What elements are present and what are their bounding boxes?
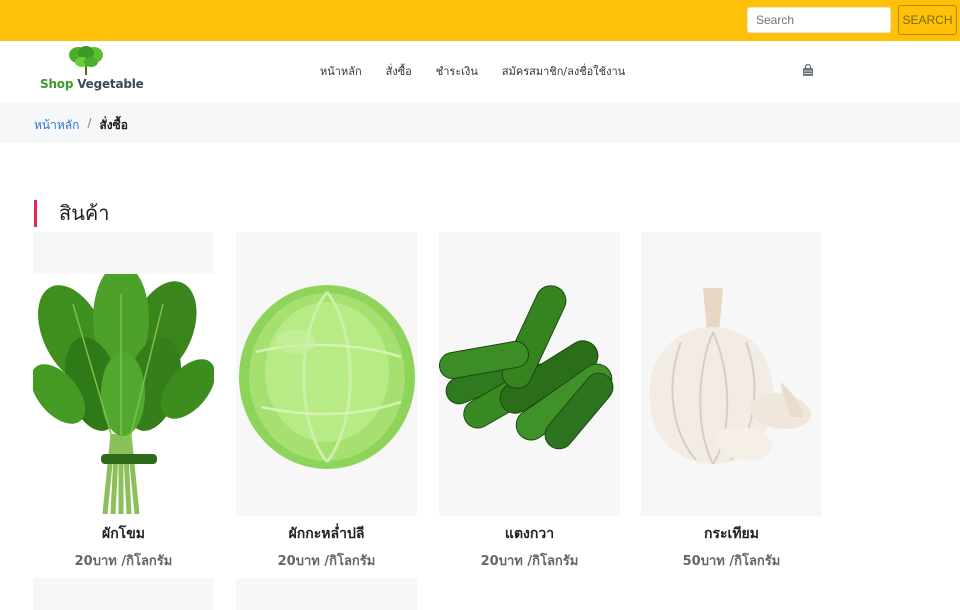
nav-item-order[interactable]: สั่งซื้อ	[386, 62, 412, 80]
product-name: กระเทียม	[704, 526, 759, 542]
top-bar: SEARCH	[0, 0, 960, 41]
product-name: ผักกะหล่ำปลี	[288, 526, 365, 542]
logo-shop-text: Shop	[40, 77, 78, 91]
nav-item-payment[interactable]: ชำระเงิน	[436, 62, 478, 80]
shop-logo[interactable]: Shop Vegetable	[38, 43, 148, 101]
product-card-partial[interactable]	[236, 578, 417, 610]
breadcrumb-current: สั่งซื้อ	[99, 118, 128, 132]
breadcrumb-home-link[interactable]: หน้าหลัก	[34, 116, 79, 135]
nav-item-register-login[interactable]: สมัครสมาชิก/ลงชื่อใช้งาน	[502, 62, 625, 80]
spinach-image	[33, 274, 214, 515]
search-button[interactable]: SEARCH	[898, 5, 957, 35]
search-input[interactable]	[747, 7, 891, 33]
nav-item-home[interactable]: หน้าหลัก	[320, 62, 362, 80]
product-image[interactable]	[439, 232, 620, 516]
product-card-partial[interactable]	[33, 578, 214, 610]
breadcrumb: หน้าหลัก / สั่งซื้อ	[34, 116, 128, 135]
product-image[interactable]	[33, 232, 214, 516]
product-price: 50บาท /กิโลกรัม	[682, 554, 781, 569]
logo-vegetable-text: Vegetable	[77, 77, 144, 91]
breadcrumb-bar: หน้าหลัก / สั่งซื้อ	[0, 103, 960, 143]
logo-text: Shop Vegetable	[40, 77, 144, 91]
product-price: 20บาท /กิโลกรัม	[480, 554, 579, 569]
main-navbar: Shop Vegetable หน้าหลัก สั่งซื้อ ชำระเงิ…	[0, 41, 960, 103]
product-name: แตงกวา	[504, 526, 555, 542]
section-title: สินค้า	[34, 200, 110, 227]
breadcrumb-separator: /	[87, 116, 92, 130]
product-name: ผักโขม	[102, 526, 145, 542]
product-price: 20บาท /กิโลกรัม	[277, 554, 376, 569]
product-image[interactable]	[236, 232, 417, 516]
shopping-bag-icon[interactable]	[802, 64, 814, 76]
cucumbers-image	[439, 285, 614, 450]
cabbage-image	[239, 285, 415, 469]
lettuce-logo-icon	[69, 46, 103, 75]
nav-menu: หน้าหลัก สั่งซื้อ ชำระเงิน สมัครสมาชิก/ล…	[320, 62, 625, 80]
product-price: 20บาท /กิโลกรัม	[74, 554, 173, 569]
garlic-image	[649, 288, 812, 465]
product-image[interactable]	[641, 232, 822, 516]
